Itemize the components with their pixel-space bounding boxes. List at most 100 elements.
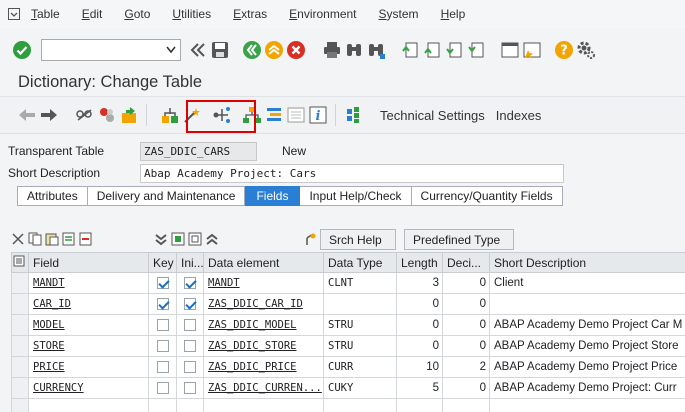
column-header[interactable]: Data Type <box>323 252 397 273</box>
checkbox[interactable] <box>156 381 169 394</box>
data-element-cell[interactable] <box>203 398 324 412</box>
table-row[interactable]: CAR_ID ZAS_DDIC_CAR_ID 0 0 <box>11 293 685 315</box>
help-icon[interactable]: ? <box>553 39 575 61</box>
cancel-icon[interactable] <box>285 39 307 61</box>
initial-values-checkbox-cell[interactable] <box>176 293 204 315</box>
table-row[interactable]: MODEL ZAS_DDIC_MODEL STRU 0 0 ABAP Academy De… <box>11 314 685 336</box>
tab-delivery-maintenance[interactable]: Delivery and Maintenance <box>87 186 246 206</box>
table-row[interactable]: CURRENCY ZAS_DDIC_CURREN... CUKY 5 0 ABAP Aca… <box>11 377 685 399</box>
field-name-cell[interactable]: PRICE <box>28 356 149 378</box>
column-header[interactable]: Ini... <box>176 252 204 273</box>
row-selector[interactable] <box>11 272 29 294</box>
first-page-icon[interactable] <box>399 39 421 61</box>
tab-currency-quantity-fields[interactable]: Currency/Quantity Fields <box>411 186 563 206</box>
row-selector[interactable] <box>11 293 29 315</box>
arrow-right-icon[interactable] <box>38 104 60 126</box>
checkbox[interactable] <box>184 276 196 289</box>
key-checkbox-cell[interactable] <box>148 398 177 412</box>
row-selector[interactable] <box>11 398 29 412</box>
data-element-cell[interactable]: ZAS_DDIC_CURREN... <box>203 377 324 399</box>
menu-help[interactable]: Help <box>441 7 466 21</box>
column-header[interactable]: Deci... <box>442 252 490 273</box>
exit-icon[interactable] <box>263 39 285 61</box>
key-checkbox-cell[interactable] <box>148 335 177 357</box>
row-selector[interactable] <box>11 356 29 378</box>
key-checkbox-cell[interactable] <box>148 377 177 399</box>
arrow-left-icon[interactable] <box>16 104 38 126</box>
delete-row-icon[interactable] <box>78 231 94 247</box>
field-name-cell[interactable]: STORE <box>28 335 149 357</box>
display-change-icon[interactable] <box>74 104 96 126</box>
initial-values-checkbox-cell[interactable] <box>176 398 204 412</box>
settings-gear-icon[interactable] <box>575 39 597 61</box>
deselect-block-icon[interactable] <box>187 231 203 247</box>
menu-edit[interactable]: Edit <box>82 7 103 21</box>
indexes-button[interactable]: Indexes <box>496 108 542 123</box>
data-element-cell[interactable]: ZAS_DDIC_STORE <box>203 335 324 357</box>
key-checkbox-cell[interactable] <box>148 356 177 378</box>
checkbox[interactable] <box>184 339 196 352</box>
last-page-icon[interactable] <box>465 39 487 61</box>
key-checkbox-cell[interactable] <box>148 272 177 294</box>
save-icon[interactable] <box>209 39 231 61</box>
predefined-type-button[interactable]: Predefined Type <box>404 229 514 250</box>
initial-values-checkbox-cell[interactable] <box>176 272 204 294</box>
tab-input-help-check[interactable]: Input Help/Check <box>300 186 412 206</box>
column-header[interactable]: Field <box>28 252 149 273</box>
where-used-list-icon[interactable] <box>159 104 181 126</box>
shortcut-icon[interactable] <box>521 39 543 61</box>
navigation-window-icon[interactable] <box>263 104 285 126</box>
chevron-down-icon[interactable] <box>166 46 176 54</box>
table-row[interactable]: MANDT MANDT CLNT 3 0 Client <box>11 272 685 294</box>
initial-values-checkbox-cell[interactable] <box>176 377 204 399</box>
other-object-icon[interactable] <box>96 104 118 126</box>
technical-settings-button[interactable]: Technical Settings <box>380 108 485 123</box>
data-element-cell[interactable]: ZAS_DDIC_MODEL <box>203 314 324 336</box>
checkbox[interactable] <box>184 297 196 310</box>
data-element-cell[interactable]: ZAS_DDIC_PRICE <box>203 356 324 378</box>
srch-help-button[interactable]: Srch Help <box>320 229 396 250</box>
checkbox[interactable] <box>156 297 169 310</box>
row-selector[interactable] <box>11 314 29 336</box>
short-description-field[interactable]: Abap Academy Project: Cars <box>140 163 564 183</box>
checkbox[interactable] <box>184 318 196 331</box>
checkbox[interactable] <box>156 339 169 352</box>
table-row[interactable]: PRICE ZAS_DDIC_PRICE CURR 10 2 ABAP Academy D… <box>11 356 685 378</box>
data-element-cell[interactable]: ZAS_DDIC_CAR_ID <box>203 293 324 315</box>
command-field[interactable] <box>41 39 181 61</box>
column-header[interactable]: Short Description <box>489 252 685 273</box>
collapse-icon[interactable] <box>153 231 169 247</box>
initial-values-checkbox-cell[interactable] <box>176 314 204 336</box>
row-selector[interactable] <box>11 377 29 399</box>
select-block-icon[interactable] <box>170 231 186 247</box>
column-header[interactable]: Data element <box>203 252 324 273</box>
activate-icon[interactable] <box>118 104 140 126</box>
tab-fields[interactable]: Fields <box>245 186 301 206</box>
enter-icon[interactable] <box>11 39 33 61</box>
contents-icon[interactable] <box>285 104 307 126</box>
checkbox[interactable] <box>156 276 169 289</box>
double-left-icon[interactable] <box>187 39 209 61</box>
back-icon[interactable] <box>241 39 263 61</box>
create-session-icon[interactable] <box>499 39 521 61</box>
copy-icon[interactable] <box>27 231 43 247</box>
row-selector[interactable] <box>11 335 29 357</box>
tab-attributes[interactable]: Attributes <box>17 186 88 206</box>
checkbox[interactable] <box>184 360 196 373</box>
find-next-icon[interactable] <box>365 39 387 61</box>
info-icon[interactable]: i <box>307 104 329 126</box>
initial-values-checkbox-cell[interactable] <box>176 335 204 357</box>
checkbox[interactable] <box>184 381 196 394</box>
menu-environment[interactable]: Environment <box>289 7 356 21</box>
key-checkbox-cell[interactable] <box>148 314 177 336</box>
previous-page-icon[interactable] <box>421 39 443 61</box>
column-header[interactable]: Key <box>148 252 177 273</box>
paste-icon[interactable] <box>44 231 60 247</box>
field-name-cell[interactable] <box>28 398 149 412</box>
initial-values-checkbox-cell[interactable] <box>176 356 204 378</box>
checkbox[interactable] <box>156 360 169 373</box>
cut-icon[interactable] <box>10 231 26 247</box>
field-name-cell[interactable]: MANDT <box>28 272 149 294</box>
find-icon[interactable] <box>343 39 365 61</box>
select-all-icon[interactable] <box>11 252 29 273</box>
